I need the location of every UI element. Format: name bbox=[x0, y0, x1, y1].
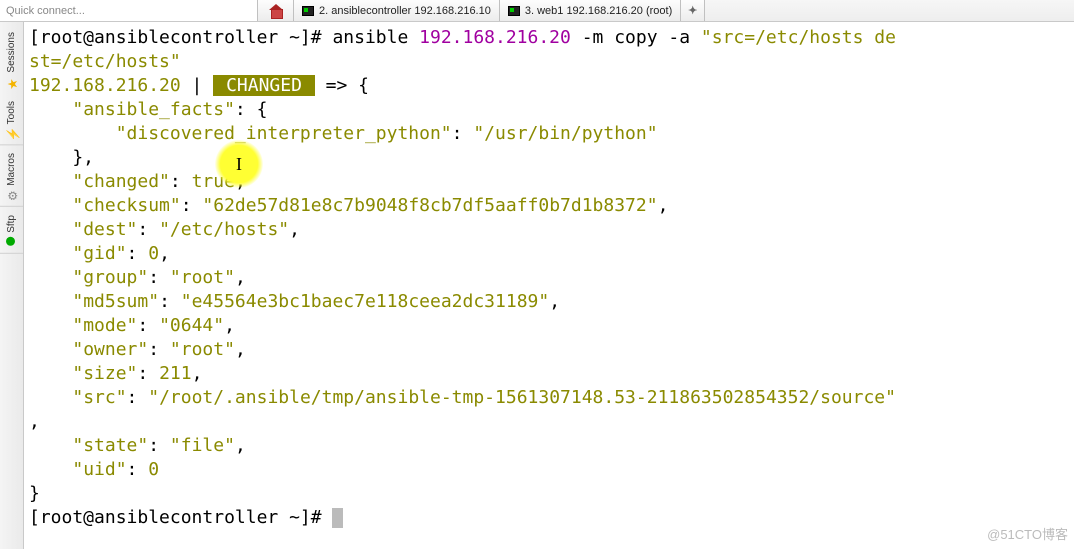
sidebar-label: Tools bbox=[6, 101, 17, 124]
gear-icon: ⚙ bbox=[6, 189, 17, 200]
dot-icon bbox=[6, 236, 17, 247]
result-ip: 192.168.216.20 bbox=[29, 75, 181, 96]
json-key: "dest" bbox=[72, 219, 137, 240]
star-icon: ★ bbox=[6, 76, 17, 87]
terminal-cursor bbox=[332, 508, 343, 528]
sidebar-sessions[interactable]: ★ Sessions bbox=[0, 26, 23, 93]
json-key: "gid" bbox=[72, 243, 126, 264]
tab-bar: Quick connect... 2. ansiblecontroller 19… bbox=[0, 0, 1074, 22]
json-value: 0 bbox=[148, 243, 159, 264]
cmd-arg: st=/etc/hosts" bbox=[29, 51, 181, 72]
cmd-text: ansible bbox=[332, 27, 419, 48]
json-value: "root" bbox=[170, 267, 235, 288]
pipe: | bbox=[181, 75, 214, 96]
json-close: } bbox=[29, 483, 40, 504]
quick-connect-input[interactable]: Quick connect... bbox=[0, 0, 258, 21]
json-key: "uid" bbox=[72, 459, 126, 480]
shell-prompt: [root@ansiblecontroller ~]# bbox=[29, 27, 332, 48]
shell-prompt: [root@ansiblecontroller ~]# bbox=[29, 507, 332, 528]
json-key: "mode" bbox=[72, 315, 137, 336]
cmd-text: -m copy -a bbox=[571, 27, 701, 48]
sidebar: ★ Sessions ⚡ Tools ⚙ Macros Sftp bbox=[0, 22, 24, 549]
json-value: "root" bbox=[170, 339, 235, 360]
json-value: "62de57d81e8c7b9048f8cb7df5aaff0b7d1b837… bbox=[202, 195, 657, 216]
sidebar-label: Sftp bbox=[6, 215, 17, 233]
json-punc: : { bbox=[235, 99, 268, 120]
cmd-arg: "src=/etc/hosts de bbox=[701, 27, 896, 48]
json-key: "group" bbox=[72, 267, 148, 288]
tab-label: 2. ansiblecontroller 192.168.216.10 bbox=[319, 5, 491, 17]
json-key: "changed" bbox=[72, 171, 170, 192]
terminal-icon bbox=[508, 6, 520, 16]
terminal-icon bbox=[302, 6, 314, 16]
home-icon bbox=[269, 4, 283, 18]
json-value: "e45564e3bc1baec7e118ceea2dc31189" bbox=[181, 291, 549, 312]
sidebar-tools[interactable]: ⚡ Tools bbox=[0, 95, 23, 145]
json-key: "md5sum" bbox=[72, 291, 159, 312]
tab-ansiblecontroller[interactable]: 2. ansiblecontroller 192.168.216.10 bbox=[294, 0, 500, 21]
bolt-icon: ⚡ bbox=[6, 127, 17, 138]
json-key: "ansible_facts" bbox=[72, 99, 235, 120]
json-key: "owner" bbox=[72, 339, 148, 360]
json-punc: }, bbox=[29, 147, 94, 168]
cmd-ip: 192.168.216.20 bbox=[419, 27, 571, 48]
tab-home[interactable] bbox=[258, 0, 294, 21]
json-value: true bbox=[192, 171, 235, 192]
arrow: => { bbox=[315, 75, 369, 96]
json-key: "src" bbox=[72, 387, 126, 408]
json-value: 211 bbox=[159, 363, 192, 384]
json-key: "discovered_interpreter_python" bbox=[116, 123, 452, 144]
sidebar-macros[interactable]: ⚙ Macros bbox=[0, 147, 23, 207]
sidebar-sftp[interactable]: Sftp bbox=[0, 209, 23, 254]
status-changed: CHANGED bbox=[213, 75, 315, 96]
terminal-output[interactable]: [root@ansiblecontroller ~]# ansible 192.… bbox=[27, 22, 1074, 549]
json-value: "/root/.ansible/tmp/ansible-tmp-15613071… bbox=[148, 387, 896, 408]
new-tab-button[interactable]: ✦ bbox=[681, 0, 705, 21]
json-key: "state" bbox=[72, 435, 148, 456]
json-value: "/etc/hosts" bbox=[159, 219, 289, 240]
json-key: "checksum" bbox=[72, 195, 180, 216]
json-value: "0644" bbox=[159, 315, 224, 336]
sidebar-label: Sessions bbox=[6, 32, 17, 73]
tab-web1[interactable]: 3. web1 192.168.216.20 (root) bbox=[500, 0, 681, 21]
sidebar-label: Macros bbox=[6, 153, 17, 186]
json-value: 0 bbox=[148, 459, 159, 480]
json-value: "/usr/bin/python" bbox=[473, 123, 657, 144]
tab-label: 3. web1 192.168.216.20 (root) bbox=[525, 5, 672, 17]
json-value: "file" bbox=[170, 435, 235, 456]
json-key: "size" bbox=[72, 363, 137, 384]
